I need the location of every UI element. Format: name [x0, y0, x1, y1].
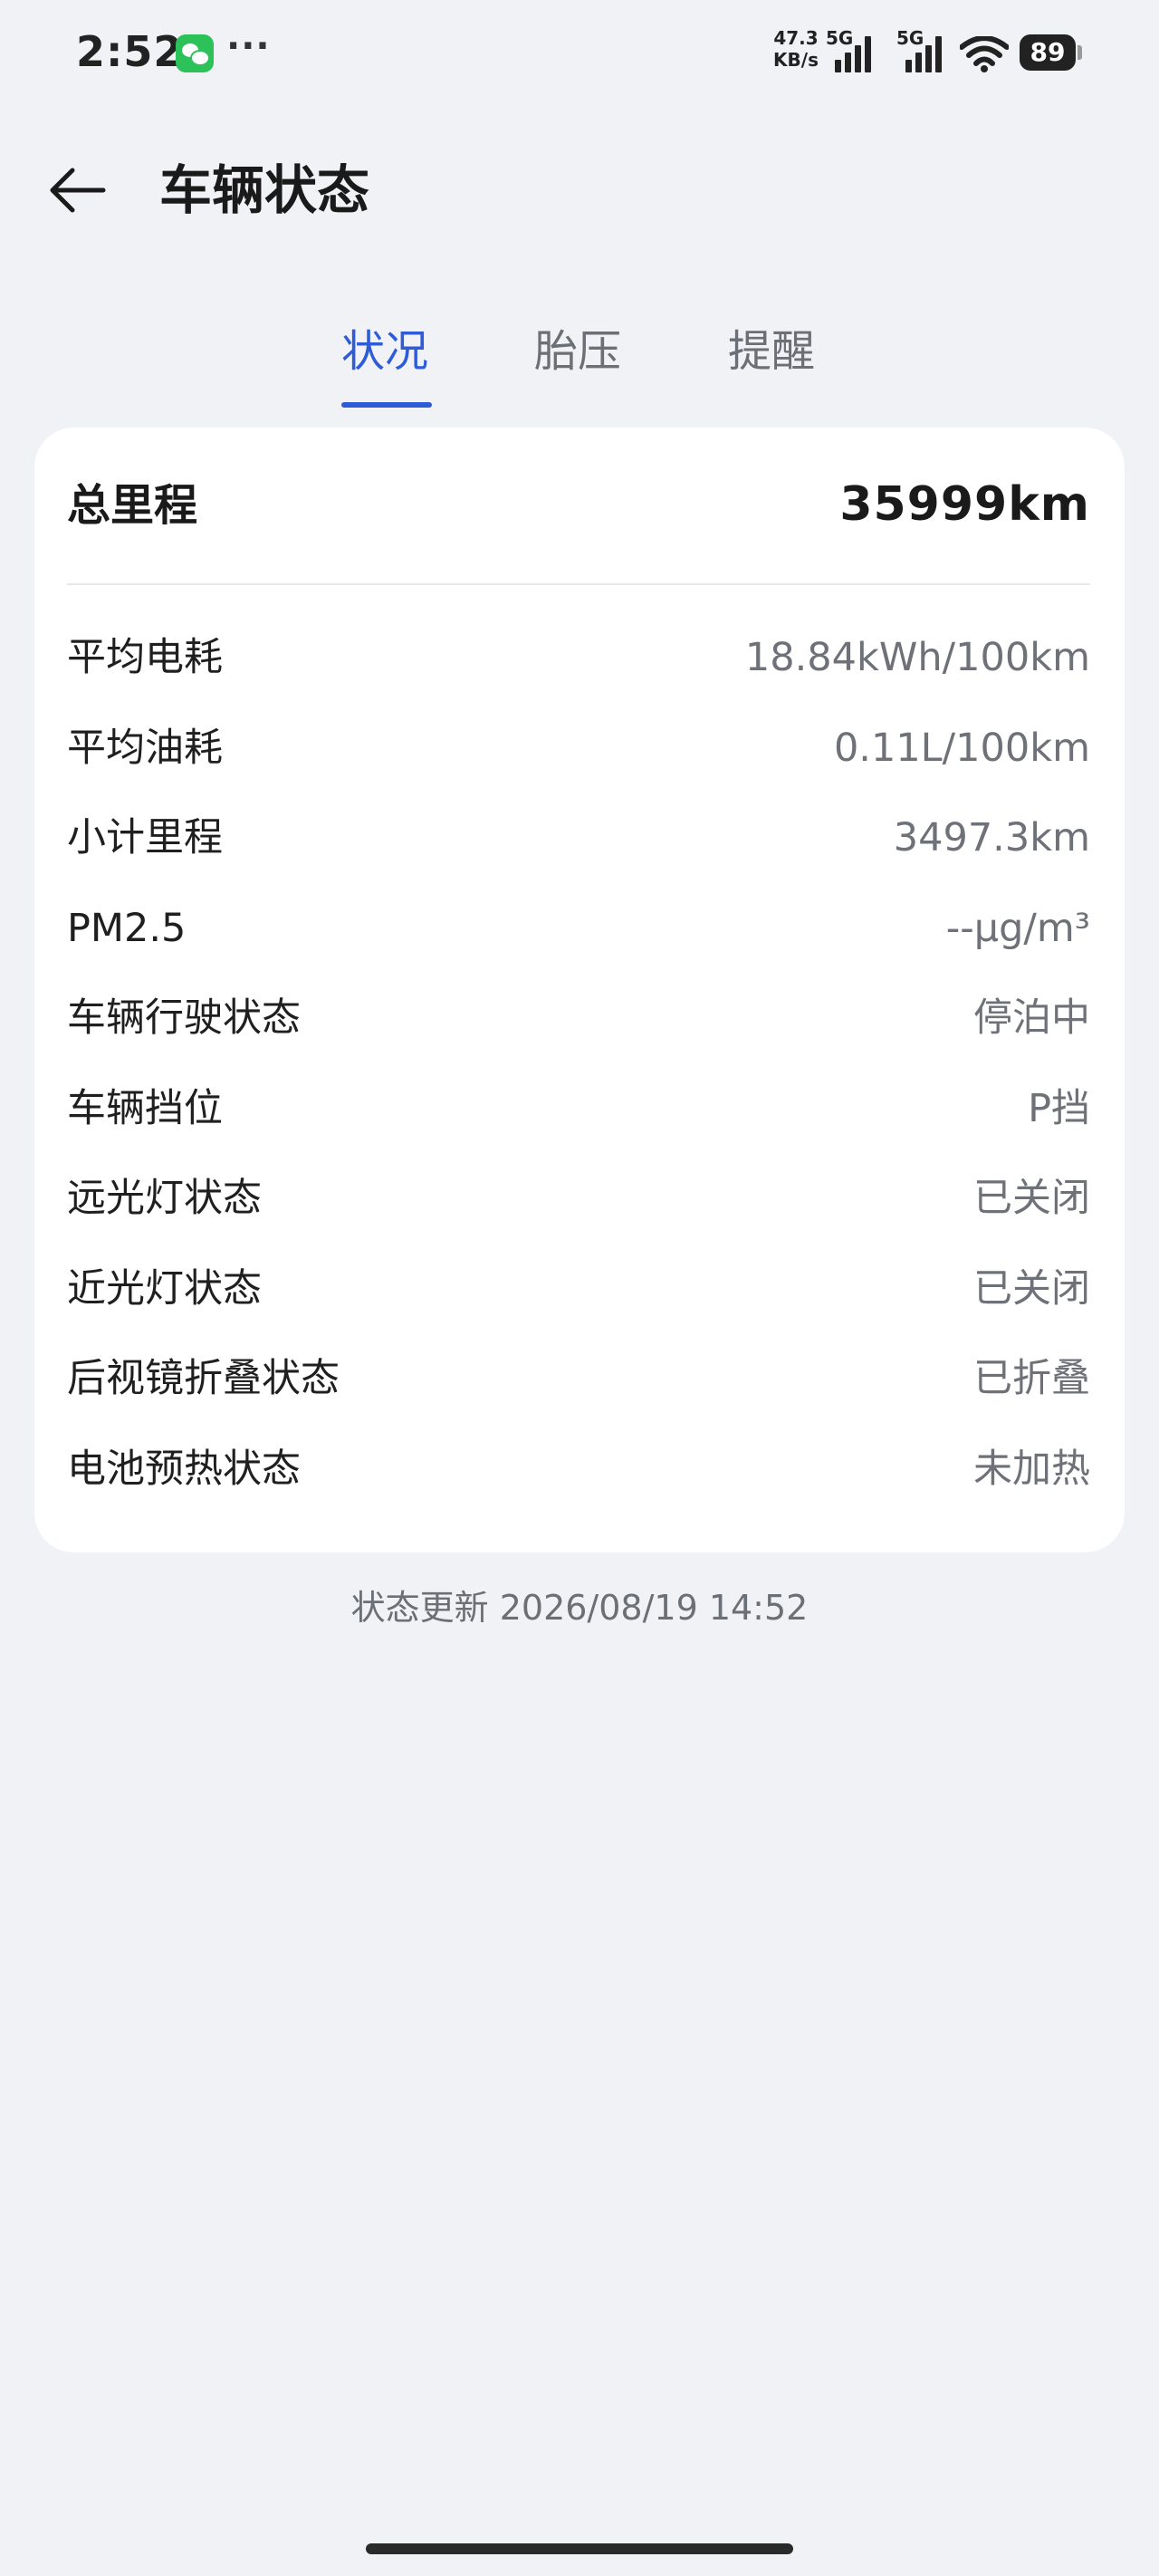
page-title: 车辆状态: [159, 159, 370, 221]
status-row-low-beam: 近光灯状态 已关闭: [67, 1245, 1090, 1336]
network-speed-unit: KB/s: [773, 49, 819, 71]
status-update-time: 状态更新 2026/08/19 14:52: [350, 1588, 809, 1628]
signal-type-label: 5G: [826, 27, 854, 49]
status-row-avg-power: 平均电耗 18.84kWh/100km: [67, 614, 1090, 705]
wifi-icon: [960, 36, 1009, 72]
total-mileage-value: 35999km: [839, 477, 1090, 532]
total-mileage-label: 总里程: [67, 480, 198, 531]
status-value: 停泊中: [973, 995, 1090, 1041]
status-label: 近光灯状态: [67, 1265, 262, 1312]
status-label: PM2.5: [67, 905, 187, 951]
status-label: 小计里程: [67, 815, 223, 860]
tab-tire-pressure[interactable]: 胎压: [534, 313, 621, 389]
screen: 2:52 ··· 47.3 KB/s 5G 5G 89 车辆状态 状况 胎压 提…: [0, 0, 1159, 2576]
more-notifications-icon: ···: [226, 25, 271, 67]
status-value: 3497.3km: [893, 815, 1090, 860]
active-tab-indicator: [341, 402, 432, 408]
back-arrow-icon[interactable]: [45, 154, 118, 226]
status-label: 远光灯状态: [67, 1176, 262, 1221]
total-mileage-row: 总里程 35999km: [67, 428, 1090, 583]
status-row-battery-preheat: 电池预热状态 未加热: [67, 1426, 1090, 1516]
status-value: 未加热: [973, 1446, 1090, 1492]
battery-icon: 89: [1020, 34, 1076, 71]
wechat-icon: [176, 34, 214, 72]
status-label: 后视镜折叠状态: [67, 1356, 340, 1401]
status-value: 已关闭: [973, 1176, 1090, 1221]
status-row-trip-mileage: 小计里程 3497.3km: [67, 794, 1090, 885]
battery-tip: [1078, 45, 1082, 60]
status-value: 0.11L/100km: [833, 725, 1090, 771]
status-value: 18.84kWh/100km: [744, 635, 1090, 680]
status-list: 平均电耗 18.84kWh/100km 平均油耗 0.11L/100km 小计里…: [67, 614, 1090, 1515]
status-label: 电池预热状态: [67, 1446, 301, 1492]
status-row-pm25: PM2.5 --μg/m³: [67, 885, 1090, 976]
status-value: 已关闭: [973, 1265, 1090, 1312]
status-label: 平均油耗: [67, 725, 223, 771]
network-speed: 47.3 KB/s: [771, 27, 820, 71]
signal-type-label: 5G: [896, 27, 924, 49]
status-row-mirror-fold: 后视镜折叠状态 已折叠: [67, 1335, 1090, 1426]
status-value: P挡: [1028, 1085, 1090, 1131]
tab-condition[interactable]: 状况: [341, 313, 428, 389]
status-label: 平均电耗: [67, 635, 223, 680]
status-row-gear: 车辆挡位 P挡: [67, 1065, 1090, 1156]
divider: [67, 583, 1090, 585]
status-row-high-beam: 远光灯状态 已关闭: [67, 1155, 1090, 1245]
status-value: --μg/m³: [945, 905, 1090, 951]
home-indicator[interactable]: [366, 2543, 793, 2554]
status-row-avg-fuel: 平均油耗 0.11L/100km: [67, 705, 1090, 795]
status-row-driving-state: 车辆行驶状态 停泊中: [67, 975, 1090, 1065]
status-label: 车辆行驶状态: [67, 995, 301, 1041]
status-bar: 2:52 ··· 47.3 KB/s 5G 5G 89: [0, 0, 1159, 109]
status-value: 已折叠: [973, 1356, 1090, 1401]
vehicle-status-card: 总里程 35999km 平均电耗 18.84kWh/100km 平均油耗 0.1…: [34, 428, 1125, 1552]
network-speed-value: 47.3: [773, 27, 819, 49]
cellular-signal-icon: 5G: [826, 27, 876, 72]
status-time: 2:52: [76, 27, 184, 76]
status-label: 车辆挡位: [67, 1085, 223, 1131]
tab-bar: 状况 胎压 提醒: [0, 313, 1159, 411]
cellular-signal-icon: 5G: [896, 27, 947, 72]
tab-reminders[interactable]: 提醒: [728, 313, 815, 389]
